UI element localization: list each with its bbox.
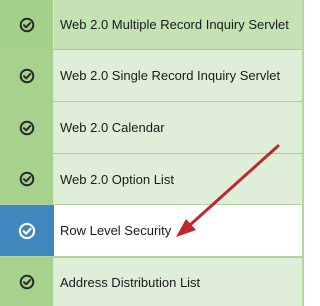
list-item-label: Web 2.0 Calendar — [60, 120, 165, 135]
list-item-label: Row Level Security — [60, 223, 172, 238]
icon-cell — [0, 258, 54, 306]
check-circle-icon — [19, 68, 34, 83]
list-item-web-option-list[interactable]: Web 2.0 Option List — [0, 153, 304, 204]
icon-cell — [0, 154, 54, 204]
list-item-row-level-security[interactable]: Row Level Security — [0, 204, 304, 257]
list-item-label: Web 2.0 Option List — [60, 171, 174, 187]
list-item-address-distribution-list[interactable]: Address Distribution List — [0, 257, 304, 306]
list-item-web-calendar[interactable]: Web 2.0 Calendar — [0, 101, 304, 153]
check-circle-icon — [19, 120, 34, 135]
check-circle-icon — [18, 222, 36, 239]
icon-cell — [0, 0, 54, 49]
check-circle-icon — [19, 274, 34, 290]
list-item-multiple-record-inquiry-servlet[interactable]: Web 2.0 Multiple Record Inquiry Servlet — [0, 0, 304, 49]
list-item-label: Address Distribution List — [60, 274, 201, 290]
check-circle-icon — [19, 17, 34, 32]
check-circle-icon — [19, 171, 34, 187]
item-list: Web 2.0 Multiple Record Inquiry Servlet … — [0, 0, 304, 306]
list-item-single-record-inquiry-servlet[interactable]: Web 2.0 Single Record Inquiry Servlet — [0, 49, 304, 101]
list-item-label: Web 2.0 Single Record Inquiry Servlet — [60, 68, 281, 83]
list-item-label: Web 2.0 Multiple Record Inquiry Servlet — [60, 17, 289, 32]
icon-cell-selected — [0, 205, 54, 256]
icon-cell — [0, 102, 54, 153]
scroll-edge — [302, 0, 304, 306]
icon-cell — [0, 50, 54, 101]
